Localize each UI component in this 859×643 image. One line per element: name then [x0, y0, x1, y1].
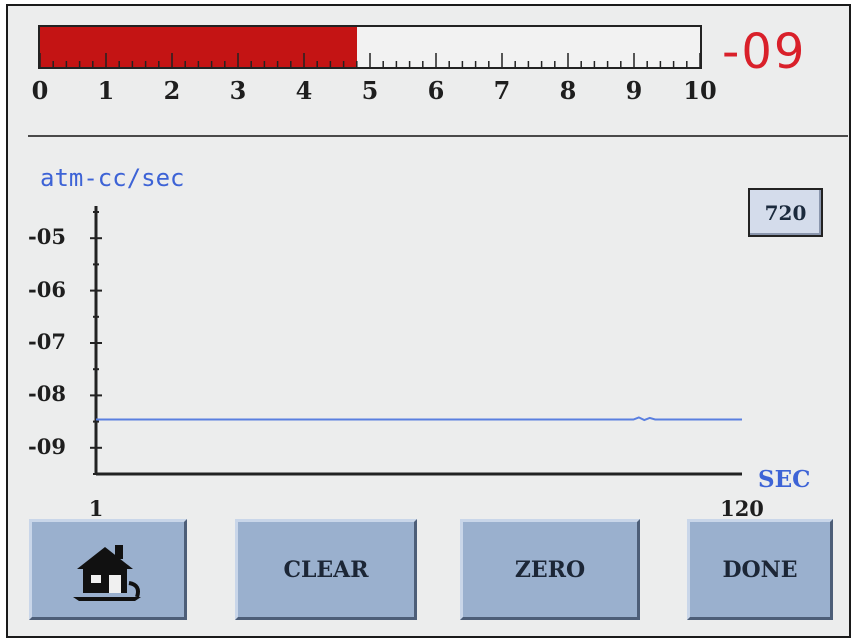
bar-meter-scale-label: 5: [361, 76, 379, 105]
divider: [28, 135, 848, 137]
bar-meter-scale-label: 4: [295, 76, 313, 105]
y-tick-label: -09: [28, 433, 66, 459]
bar-meter-scale-label: 6: [427, 76, 445, 105]
bar-meter-scale-label: 7: [493, 76, 511, 105]
y-axis-label: atm-cc/sec: [40, 164, 185, 192]
leak-rate-bar-meter: [38, 25, 702, 69]
bar-meter-scale-label: 10: [683, 76, 717, 105]
zero-button[interactable]: ZERO: [460, 519, 640, 620]
exponent-readout: -09: [722, 24, 807, 80]
bar-meter-scale-label: 2: [163, 76, 181, 105]
y-tick-label: -05: [28, 224, 66, 250]
y-tick-label: -08: [28, 381, 66, 407]
bar-meter-scale-label: 1: [97, 76, 115, 105]
x-tick-label: 1: [88, 496, 104, 521]
bar-meter-scale-label: 3: [229, 76, 247, 105]
x-tick-label: 120: [720, 496, 764, 521]
y-tick-label: -06: [28, 276, 66, 302]
bar-meter-scale-label: 9: [625, 76, 643, 105]
bar-meter-ticks: [40, 53, 700, 67]
bar-meter-scale-label: 0: [31, 76, 49, 105]
done-button[interactable]: DONE: [687, 519, 833, 620]
clear-button[interactable]: CLEAR: [235, 519, 417, 620]
home-button[interactable]: [29, 519, 187, 620]
y-tick-label: -07: [28, 329, 66, 354]
bar-meter-scale-label: 8: [559, 76, 577, 105]
time-window-button[interactable]: 720: [748, 188, 823, 237]
home-icon: [73, 544, 141, 601]
x-axis-label: SEC: [758, 466, 811, 493]
